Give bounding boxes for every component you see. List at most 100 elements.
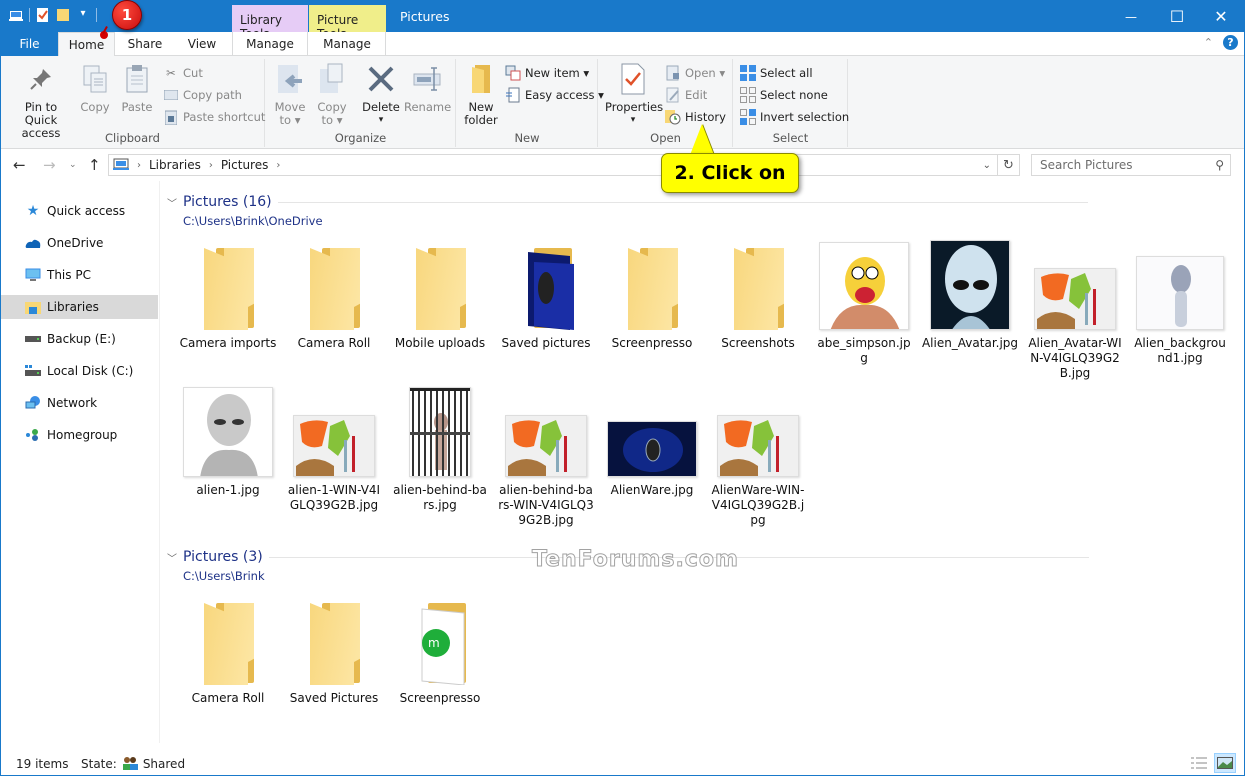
sidebar-item-backup-e[interactable]: Backup (E:) — [1, 327, 158, 351]
sidebar-item-local-disk-c[interactable]: Local Disk (C:) — [1, 359, 158, 383]
folder-document-icon: m — [410, 603, 470, 685]
file-item[interactable]: AlienWare.jpg — [603, 381, 701, 498]
rename-button[interactable]: Rename — [404, 63, 451, 114]
collapse-ribbon-icon[interactable]: ⌃ — [1204, 36, 1213, 49]
sidebar-item-network[interactable]: Network — [1, 391, 158, 415]
customize-qat-icon[interactable]: ▾ — [76, 8, 90, 22]
breadcrumb-pictures[interactable]: Pictures — [221, 158, 269, 172]
minimize-button[interactable]: — — [1108, 1, 1154, 32]
file-item[interactable]: alien-behind-bars-WIN-V4IGLQ39G2B.jpg — [497, 381, 595, 528]
search-placeholder: Search Pictures — [1040, 158, 1133, 172]
easy-access-button[interactable]: Easy access ▾ — [505, 85, 604, 105]
folder-item[interactable]: Saved pictures — [497, 234, 595, 351]
folder-item[interactable]: Mobile uploads — [391, 234, 489, 351]
help-icon[interactable]: ? — [1223, 35, 1238, 50]
image-thumbnail — [607, 421, 697, 477]
select-none-button[interactable]: Select none — [740, 85, 828, 105]
details-view-button[interactable] — [1190, 755, 1208, 771]
chevron-right-icon[interactable]: › — [276, 160, 280, 171]
explorer-icon[interactable] — [9, 8, 23, 22]
forward-arrow-icon[interactable]: → — [43, 156, 56, 174]
folder-item[interactable]: m Screenpresso — [391, 589, 489, 706]
folder-item[interactable]: Saved Pictures — [285, 589, 383, 706]
back-arrow-icon[interactable]: ← — [13, 156, 26, 174]
new-folder-button[interactable]: New folder — [461, 63, 501, 127]
file-item[interactable]: alien-1-WIN-V4IGLQ39G2B.jpg — [285, 381, 383, 513]
item-name: alien-1-WIN-V4IGLQ39G2B.jpg — [287, 483, 381, 512]
pin-to-quick-access-button[interactable]: Pin to Quick access — [7, 63, 75, 140]
sidebar-item-homegroup[interactable]: Homegroup — [1, 423, 158, 447]
address-bar[interactable]: › Libraries › Pictures › ⌄ — [108, 154, 998, 176]
tab-manage-library[interactable]: Manage — [232, 32, 308, 56]
large-icons-view-button[interactable] — [1214, 753, 1236, 773]
folder-item[interactable]: Screenshots — [709, 234, 807, 351]
folder-item[interactable]: Camera Roll — [179, 589, 277, 706]
folder-item[interactable]: Camera imports — [179, 234, 277, 351]
sidebar-item-quick-access[interactable]: ★ Quick access — [1, 199, 158, 223]
tab-view[interactable]: View — [174, 32, 230, 56]
step-2-callout: 2. Click on — [661, 153, 799, 193]
rename-icon — [412, 63, 442, 95]
new-folder-qat-icon[interactable] — [56, 8, 70, 22]
image-thumbnail — [293, 415, 375, 477]
collapse-chevron-icon[interactable]: ﹀ — [167, 195, 177, 210]
properties-qat-icon[interactable] — [36, 8, 50, 22]
file-item[interactable]: Alien_Avatar-WIN-V4IGLQ39G2B.jpg — [1026, 234, 1124, 381]
chevron-right-icon[interactable]: › — [209, 160, 213, 171]
open-button[interactable]: Open ▾ — [665, 63, 725, 83]
tab-manage-picture[interactable]: Manage — [309, 32, 386, 56]
new-item-button[interactable]: New item ▾ — [505, 63, 589, 83]
image-thumbnail — [819, 242, 909, 330]
properties-button[interactable]: Properties ▾ — [605, 63, 663, 127]
history-icon — [665, 109, 681, 125]
up-arrow-icon[interactable]: ↑ — [88, 156, 101, 174]
sidebar-item-libraries[interactable]: Libraries — [1, 295, 158, 319]
file-item[interactable]: AlienWare-WIN-V4IGLQ39G2B.jpg — [709, 381, 807, 528]
tab-file[interactable]: File — [1, 32, 58, 56]
svg-text:m: m — [428, 636, 440, 650]
paste-shortcut-button[interactable]: Paste shortcut — [163, 107, 265, 127]
watermark: TenForums.com — [532, 547, 739, 573]
item-name: Alien_Avatar.jpg — [921, 336, 1019, 350]
large-icons-view-icon — [1217, 757, 1233, 769]
copy-path-button[interactable]: Copy path — [163, 85, 242, 105]
window-title: Pictures — [400, 9, 450, 24]
invert-selection-button[interactable]: Invert selection — [740, 107, 849, 127]
sidebar-item-this-pc[interactable]: This PC — [1, 263, 158, 287]
move-to-button[interactable]: Move to ▾ — [270, 63, 310, 127]
file-list: ﹀ Pictures (16) C:\Users\Brink\OneDrive … — [161, 181, 1244, 743]
close-button[interactable]: ✕ — [1198, 1, 1244, 32]
select-all-button[interactable]: Select all — [740, 63, 813, 83]
file-item[interactable]: abe_simpson.jpg — [815, 234, 913, 366]
tab-share[interactable]: Share — [119, 32, 171, 56]
copy-to-button[interactable]: Copy to ▾ — [312, 63, 352, 127]
file-item[interactable]: Alien_background1.jpg — [1131, 234, 1229, 366]
copy-button[interactable]: Copy — [77, 63, 113, 114]
search-input[interactable]: Search Pictures ⚲ — [1031, 154, 1231, 176]
folder-icon — [410, 248, 470, 330]
group-header-onedrive[interactable]: ﹀ Pictures (16) — [167, 194, 1088, 210]
cut-button[interactable]: ✂ Cut — [163, 63, 203, 83]
edit-button[interactable]: Edit — [665, 85, 707, 105]
file-item[interactable]: Alien_Avatar.jpg — [921, 234, 1019, 351]
folder-item[interactable]: Screenpresso — [603, 234, 701, 351]
file-item[interactable]: alien-1.jpg — [179, 381, 277, 498]
refresh-button[interactable]: ↻ — [998, 154, 1020, 176]
collapse-chevron-icon[interactable]: ﹀ — [167, 550, 177, 565]
folder-item[interactable]: Camera Roll — [285, 234, 383, 351]
breadcrumb-libraries[interactable]: Libraries — [149, 158, 201, 172]
chevron-right-icon[interactable]: › — [137, 160, 141, 171]
address-dropdown-icon[interactable]: ⌄ — [983, 160, 991, 171]
image-thumbnail — [930, 240, 1010, 330]
sidebar-item-onedrive[interactable]: OneDrive — [1, 231, 158, 255]
search-icon[interactable]: ⚲ — [1215, 158, 1224, 172]
delete-button[interactable]: Delete ▾ — [358, 63, 404, 127]
paste-button[interactable]: Paste — [119, 63, 155, 114]
navigation-bar: ← → ⌄ ↑ › Libraries › Pictures › ⌄ ↻ Sea… — [1, 150, 1244, 180]
network-icon — [25, 395, 41, 411]
clipboard-group: Pin to Quick access Copy Paste ✂ Cut Cop… — [1, 59, 265, 147]
minimize-icon: — — [1125, 9, 1137, 24]
maximize-button[interactable]: ☐ — [1154, 1, 1200, 32]
recent-locations-icon[interactable]: ⌄ — [69, 160, 77, 170]
file-item[interactable]: alien-behind-bars.jpg — [391, 381, 489, 513]
